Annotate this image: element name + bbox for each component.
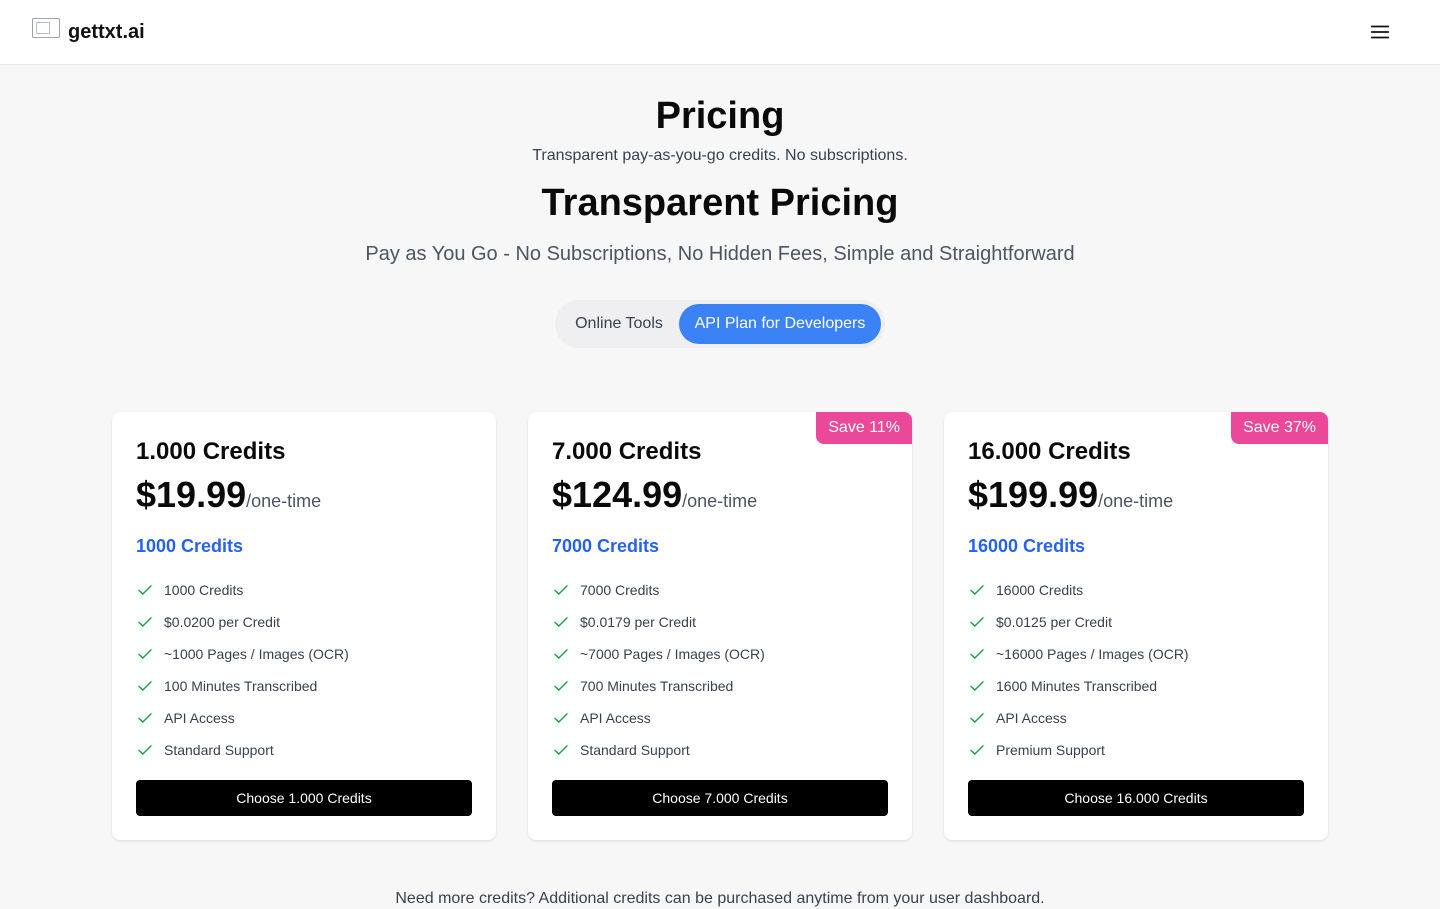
choose-plan-button[interactable]: Choose 1.000 Credits (136, 780, 472, 816)
plan-price: $19.99/one-time (136, 474, 321, 524)
price-period: /one-time (1098, 491, 1174, 511)
plan-credits: 7000 Credits (552, 536, 660, 556)
feature-item: Premium Support (968, 734, 1308, 766)
price-amount: $124.99 (552, 474, 683, 515)
feature-item: $0.0200 per Credit (136, 606, 476, 638)
feature-label: Premium Support (996, 742, 1105, 758)
pricing-heading: Transparent Pricing (541, 182, 899, 224)
feature-label: ~16000 Pages / Images (OCR) (996, 646, 1189, 662)
plan-title: 16.000 Credits (968, 438, 1131, 465)
hamburger-icon (1370, 25, 1390, 39)
feature-label: 1000 Credits (164, 582, 244, 598)
toggle-online-tools[interactable]: Online Tools (559, 304, 679, 344)
feature-item: API Access (136, 702, 476, 734)
feature-item: 16000 Credits (968, 574, 1308, 606)
feature-label: API Access (580, 710, 651, 726)
plan-card-1000: 1.000 Credits $19.99/one-time 1000 Credi… (112, 412, 496, 840)
feature-label: API Access (164, 710, 235, 726)
save-badge: Save 37% (1231, 412, 1328, 444)
check-icon (138, 713, 152, 723)
feature-label: 100 Minutes Transcribed (164, 678, 318, 694)
feature-label: $0.0200 per Credit (164, 614, 280, 630)
feature-item: $0.0179 per Credit (552, 606, 892, 638)
check-icon (554, 617, 568, 627)
check-icon (970, 585, 984, 595)
check-icon (554, 713, 568, 723)
check-icon (138, 649, 152, 659)
feature-item: 1600 Minutes Transcribed (968, 670, 1308, 702)
price-period: /one-time (682, 491, 758, 511)
plan-credits: 1000 Credits (136, 536, 244, 556)
plan-title: 1.000 Credits (136, 438, 286, 465)
choose-plan-button[interactable]: Choose 16.000 Credits (968, 780, 1304, 816)
more-credits-note: Need more credits? Additional credits ca… (395, 890, 1045, 907)
check-icon (970, 617, 984, 627)
save-badge: Save 11% (816, 412, 912, 444)
page-title: Pricing (655, 95, 785, 137)
check-icon (970, 681, 984, 691)
plan-price: $199.99/one-time (968, 474, 1173, 524)
check-icon (970, 745, 984, 755)
feature-item: API Access (552, 702, 892, 734)
feature-label: Standard Support (580, 742, 690, 758)
top-navbar: gettxt.ai (0, 0, 1440, 65)
check-icon (554, 585, 568, 595)
feature-list: 16000 Credits $0.0125 per Credit ~16000 … (968, 574, 1308, 766)
check-icon (138, 745, 152, 755)
price-amount: $199.99 (968, 474, 1099, 515)
plan-credits: 16000 Credits (968, 536, 1086, 556)
brand-name[interactable]: gettxt.ai (68, 20, 145, 44)
feature-label: $0.0179 per Credit (580, 614, 696, 630)
plan-card-7000: Save 11% 7.000 Credits $124.99/one-time … (528, 412, 912, 840)
choose-plan-button[interactable]: Choose 7.000 Credits (552, 780, 888, 816)
feature-item: $0.0125 per Credit (968, 606, 1308, 638)
feature-item: Standard Support (552, 734, 892, 766)
logo-broken-image-icon[interactable] (32, 18, 60, 38)
plan-price: $124.99/one-time (552, 474, 757, 524)
check-icon (554, 681, 568, 691)
pricing-tagline: Pay as You Go - No Subscriptions, No Hid… (365, 243, 1075, 265)
feature-label: Standard Support (164, 742, 274, 758)
feature-item: 700 Minutes Transcribed (552, 670, 892, 702)
feature-item: ~16000 Pages / Images (OCR) (968, 638, 1308, 670)
plan-type-toggle: Online Tools API Plan for Developers (555, 300, 885, 348)
feature-item: API Access (968, 702, 1308, 734)
hamburger-menu-button[interactable] (1366, 20, 1394, 44)
feature-label: 16000 Credits (996, 582, 1084, 598)
feature-list: 7000 Credits $0.0179 per Credit ~7000 Pa… (552, 574, 892, 766)
plan-card-16000: Save 37% 16.000 Credits $199.99/one-time… (944, 412, 1328, 840)
feature-item: ~1000 Pages / Images (OCR) (136, 638, 476, 670)
price-period: /one-time (246, 491, 322, 511)
check-icon (554, 649, 568, 659)
feature-item: 1000 Credits (136, 574, 476, 606)
check-icon (138, 617, 152, 627)
plan-title: 7.000 Credits (552, 438, 702, 465)
price-amount: $19.99 (136, 474, 247, 515)
feature-label: API Access (996, 710, 1067, 726)
feature-label: $0.0125 per Credit (996, 614, 1112, 630)
check-icon (970, 649, 984, 659)
feature-label: 1600 Minutes Transcribed (996, 678, 1158, 694)
feature-item: 7000 Credits (552, 574, 892, 606)
toggle-api-plan[interactable]: API Plan for Developers (679, 304, 881, 344)
feature-item: 100 Minutes Transcribed (136, 670, 476, 702)
feature-item: ~7000 Pages / Images (OCR) (552, 638, 892, 670)
feature-item: Standard Support (136, 734, 476, 766)
check-icon (138, 585, 152, 595)
check-icon (138, 681, 152, 691)
page-subtitle: Transparent pay-as-you-go credits. No su… (532, 147, 908, 164)
check-icon (554, 745, 568, 755)
feature-list: 1000 Credits $0.0200 per Credit ~1000 Pa… (136, 574, 476, 766)
feature-label: ~7000 Pages / Images (OCR) (580, 646, 765, 662)
check-icon (970, 713, 984, 723)
feature-label: 7000 Credits (580, 582, 660, 598)
feature-label: 700 Minutes Transcribed (580, 678, 734, 694)
feature-label: ~1000 Pages / Images (OCR) (164, 646, 349, 662)
